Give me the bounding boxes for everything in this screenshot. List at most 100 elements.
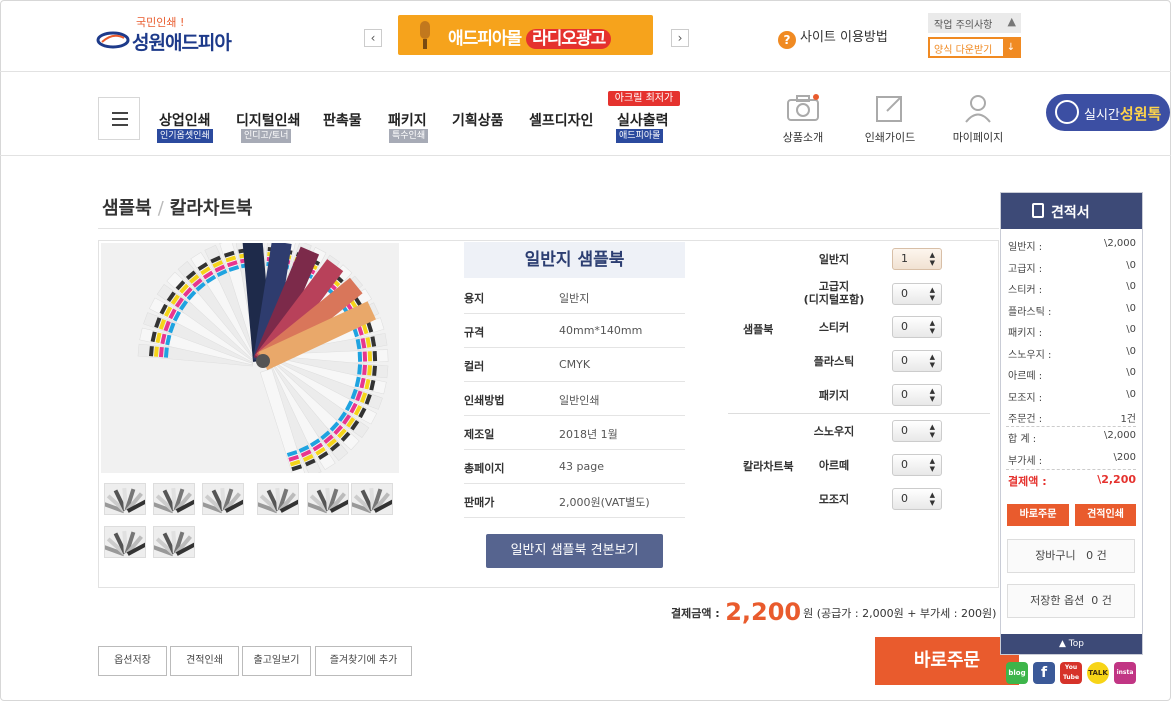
breadcrumb-current: 칼라차트북: [169, 198, 253, 219]
quantity-select[interactable]: 0 ▲ ▼: [892, 384, 942, 406]
live-chat-button[interactable]: 실시간성원톡: [1046, 94, 1170, 131]
help-link[interactable]: ? 사이트 이용방법: [778, 26, 888, 49]
quantity-select[interactable]: 0 ▲ ▼: [892, 283, 942, 305]
spec-row: 컬러 CMYK: [464, 348, 685, 382]
kakaotalk-icon[interactable]: TALK: [1087, 662, 1109, 684]
saved-count: 0 건: [1091, 594, 1112, 607]
nav-item-promo[interactable]: 판촉물: [323, 110, 362, 130]
view-sample-button[interactable]: 일반지 샘플북 견본보기: [486, 534, 663, 568]
download-label: 양식 다운받기: [934, 45, 993, 56]
option-label: 모조지: [818, 493, 850, 506]
spec-value: 2018년 1월: [559, 428, 618, 441]
scroll-top-button[interactable]: ▲ Top: [1001, 634, 1142, 654]
nav-item-print[interactable]: 실사출력: [617, 110, 669, 130]
nav-item-commercial[interactable]: 상업인쇄: [159, 110, 211, 130]
logo-mark-icon: [96, 31, 130, 49]
cart-box[interactable]: 장바구니 0 건: [1007, 539, 1135, 573]
thumbnail-image[interactable]: [351, 483, 393, 515]
youtube-icon[interactable]: You Tube: [1060, 662, 1082, 684]
spec-key: 총페이지: [464, 462, 505, 475]
nav-item-selfdesign[interactable]: 셀프디자인: [529, 110, 593, 130]
nav-item-planning[interactable]: 기획상품: [452, 110, 504, 130]
form-download-button[interactable]: 양식 다운받기 ↓: [928, 37, 1021, 58]
banner-text: 애드피아몰 라디오광고: [448, 24, 612, 49]
thumbnail-image[interactable]: [202, 483, 244, 515]
nav-sub-commercial[interactable]: 인기옵셋인쇄: [157, 129, 213, 143]
quantity-select[interactable]: 0 ▲ ▼: [892, 316, 942, 338]
nav-sub-package[interactable]: 특수인쇄: [389, 129, 429, 143]
estimate-row-label: 스티커 :: [1008, 285, 1043, 296]
estimate-row-label: 플라스틱 :: [1008, 306, 1052, 318]
help-label: 사이트 이용방법: [800, 30, 888, 45]
nav-sub-print[interactable]: 애드피아몰: [616, 129, 664, 143]
external-link-icon: [876, 96, 902, 122]
estimate-order-button[interactable]: 바로주문: [1007, 504, 1069, 526]
quantity-select[interactable]: 0 ▲ ▼: [892, 350, 942, 372]
calculator-icon: [1032, 203, 1044, 218]
facebook-icon[interactable]: f: [1033, 662, 1055, 684]
quantity-value: 0: [901, 492, 908, 505]
print-estimate-button[interactable]: 견적인쇄: [170, 646, 239, 676]
spec-value: 43 page: [559, 460, 604, 473]
nav-item-package[interactable]: 패키지: [388, 110, 427, 130]
quantity-select[interactable]: 0 ▲ ▼: [892, 454, 942, 476]
mypage-link[interactable]: 마이페이지: [948, 93, 1008, 145]
ship-date-button[interactable]: 출고일보기: [242, 646, 311, 676]
quantity-select[interactable]: 0 ▲ ▼: [892, 420, 942, 442]
mypage-label: 마이페이지: [952, 131, 1004, 144]
spec-row: 판매가 2,000원(VAT별도): [464, 484, 685, 518]
estimate-row-label: 일반지 :: [1008, 242, 1043, 253]
site-logo[interactable]: 국민인쇄 ! 성원애드피아: [96, 14, 246, 56]
banner-microphone-icon: [420, 21, 430, 49]
print-guide-link[interactable]: 인쇄가이드: [860, 93, 920, 145]
promo-banner[interactable]: 애드피아몰 라디오광고: [398, 15, 653, 55]
banner-next-button[interactable]: ›: [671, 29, 689, 47]
updown-arrow-icon: ▲ ▼: [929, 319, 935, 335]
live-prefix: 실시간: [1084, 108, 1120, 123]
logo-name: 성원애드피아: [132, 32, 232, 54]
spec-key: 용지: [464, 292, 485, 305]
breadcrumb: 샘플북 / 칼라차트북: [102, 194, 253, 220]
quantity-select[interactable]: 1 ▲ ▼: [892, 248, 942, 270]
estimate-row: 아르떼 : \0: [1008, 367, 1136, 382]
estimate-row-label: 패키지 :: [1008, 328, 1043, 339]
thumbnail-image[interactable]: [257, 483, 299, 515]
quantity-value: 0: [901, 424, 908, 437]
updown-arrow-icon: ▲ ▼: [929, 353, 935, 369]
nav-item-digital[interactable]: 디지털인쇄: [236, 110, 300, 130]
work-notice-button[interactable]: 작업 주의사항 ▲: [928, 13, 1021, 33]
thumbnail-image[interactable]: [104, 526, 146, 558]
spec-key: 컬러: [464, 360, 485, 373]
updown-arrow-icon: ▲ ▼: [929, 387, 935, 403]
instagram-icon[interactable]: insta: [1114, 662, 1136, 684]
thumbnail-image[interactable]: [307, 483, 349, 515]
estimate-row-value: \0: [1126, 367, 1136, 378]
nav-sub-digital[interactable]: 인디고/토너: [241, 129, 292, 143]
saved-options-box[interactable]: 저장한 옵션 0 건: [1007, 584, 1135, 618]
thumbnail-image[interactable]: [153, 483, 195, 515]
order-now-button[interactable]: 바로주문: [875, 637, 1019, 685]
spec-key: 제조일: [464, 428, 495, 441]
estimate-row-value: \0: [1126, 388, 1136, 400]
estimate-row-value: \0: [1126, 345, 1136, 357]
product-intro-link[interactable]: 상품소개: [773, 93, 833, 145]
thumbnail-image[interactable]: [153, 526, 195, 558]
estimate-print-button[interactable]: 견적인쇄: [1075, 504, 1136, 526]
option-divider: [728, 413, 990, 414]
banner-prev-button[interactable]: ‹: [364, 29, 382, 47]
total-label: 결제금액 :: [671, 607, 720, 620]
spec-value: 일반인쇄: [559, 394, 600, 407]
estimate-row-value: \2,000: [1104, 238, 1136, 249]
save-option-button[interactable]: 옵션저장: [98, 646, 167, 676]
download-icon: ↓: [1003, 39, 1019, 56]
option-label: 아르떼: [818, 459, 850, 472]
print-guide-label: 인쇄가이드: [864, 131, 916, 144]
estimate-row-value: \0: [1126, 324, 1136, 335]
breadcrumb-root[interactable]: 샘플북: [102, 198, 152, 219]
thumbnail-image[interactable]: [104, 483, 146, 515]
hamburger-menu-button[interactable]: [98, 97, 140, 140]
add-favorite-button[interactable]: 즐겨찾기에 추가: [315, 646, 412, 676]
quantity-select[interactable]: 0 ▲ ▼: [892, 488, 942, 510]
blog-icon[interactable]: blog: [1006, 662, 1028, 684]
estimate-row-value: 1건: [1120, 414, 1136, 425]
